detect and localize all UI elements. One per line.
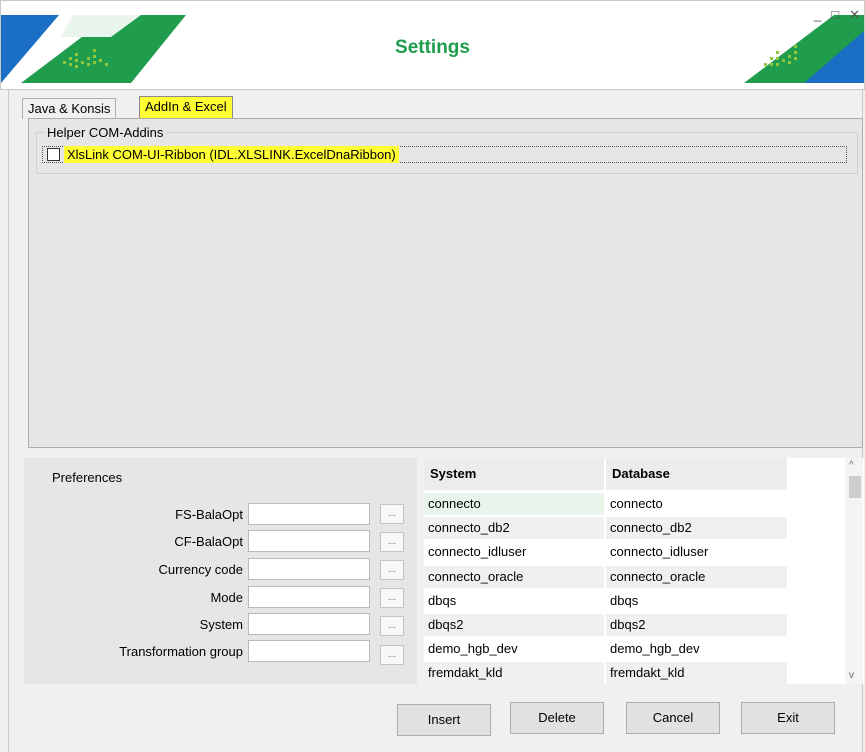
system-cell[interactable]: demo_hgb_dev: [424, 638, 604, 660]
cf-balaopt-browse-button[interactable]: ...: [380, 532, 404, 552]
addin-checkbox[interactable]: [47, 148, 60, 161]
currency-code-input[interactable]: [248, 558, 370, 580]
table-row[interactable]: connecto_idluser connecto_idluser: [424, 541, 787, 565]
system-label: System: [199, 617, 243, 632]
close-button[interactable]: ✕: [849, 7, 860, 23]
database-cell[interactable]: demo_hgb_dev: [606, 638, 787, 660]
window-controls: _ □ ✕: [814, 7, 860, 23]
database-cell[interactable]: fremdakt_kld: [606, 662, 787, 684]
mode-label: Mode: [210, 590, 243, 605]
addin-item-label[interactable]: XlsLink COM-UI-Ribbon (IDL.XLSLINK.Excel…: [64, 146, 399, 163]
fs-balaopt-browse-button[interactable]: ...: [380, 504, 404, 524]
system-cell[interactable]: connecto: [424, 493, 604, 515]
mode-input[interactable]: [248, 586, 370, 608]
minimize-button[interactable]: _: [814, 7, 821, 23]
table-row[interactable]: fremdakt_kld fremdakt_kld: [424, 662, 787, 686]
fs-balaopt-label: FS-BalaOpt: [175, 507, 243, 522]
system-browse-button[interactable]: ...: [380, 616, 404, 636]
system-cell[interactable]: dbqs: [424, 590, 604, 612]
helper-group-label: Helper COM-Addins: [44, 125, 167, 140]
transformation-group-browse-button[interactable]: ...: [380, 645, 404, 665]
cf-balaopt-input[interactable]: [248, 530, 370, 552]
preferences-title: Preferences: [52, 470, 123, 485]
system-cell[interactable]: dbqs2: [424, 614, 604, 636]
cf-balaopt-label: CF-BalaOpt: [174, 534, 243, 549]
mode-browse-button[interactable]: ...: [380, 588, 404, 608]
scroll-up-arrow-icon[interactable]: ^: [849, 460, 854, 471]
table-row[interactable]: connecto_db2 connecto_db2: [424, 517, 787, 541]
database-cell[interactable]: connecto_oracle: [606, 566, 787, 588]
column-header-database[interactable]: Database: [606, 458, 787, 490]
table-row[interactable]: connecto connecto: [424, 493, 787, 517]
currency-code-label: Currency code: [158, 562, 243, 577]
fs-balaopt-input[interactable]: [248, 503, 370, 525]
header-banner: Settings _ □ ✕: [0, 0, 865, 90]
table-row[interactable]: dbqs2 dbqs2: [424, 614, 787, 638]
tab-addin-excel[interactable]: AddIn & Excel: [139, 96, 233, 119]
database-cell[interactable]: connecto: [606, 493, 787, 515]
database-cell[interactable]: connecto_idluser: [606, 541, 787, 563]
currency-code-browse-button[interactable]: ...: [380, 560, 404, 580]
system-cell[interactable]: connecto_idluser: [424, 541, 604, 563]
transformation-group-input[interactable]: [248, 640, 370, 662]
scroll-down-arrow-icon[interactable]: v: [849, 670, 854, 681]
delete-button[interactable]: Delete: [510, 702, 604, 734]
column-header-system[interactable]: System: [424, 458, 604, 490]
maximize-button[interactable]: □: [831, 7, 839, 23]
transformation-group-label: Transformation group: [119, 644, 243, 659]
system-cell[interactable]: fremdakt_kld: [424, 662, 604, 684]
scrollbar-thumb[interactable]: [849, 476, 861, 498]
cancel-button[interactable]: Cancel: [626, 702, 720, 734]
insert-button[interactable]: Insert: [397, 704, 491, 736]
database-cell[interactable]: connecto_db2: [606, 517, 787, 539]
tab-java-konsis[interactable]: Java & Konsis: [22, 98, 117, 119]
table-row[interactable]: connecto_oracle connecto_oracle: [424, 566, 787, 590]
system-cell[interactable]: connecto_db2: [424, 517, 604, 539]
database-cell[interactable]: dbqs: [606, 590, 787, 612]
system-cell[interactable]: connecto_oracle: [424, 566, 604, 588]
exit-button[interactable]: Exit: [741, 702, 835, 734]
database-cell[interactable]: dbqs2: [606, 614, 787, 636]
system-input[interactable]: [248, 613, 370, 635]
table-row[interactable]: demo_hgb_dev demo_hgb_dev: [424, 638, 787, 662]
table-row[interactable]: dbqs dbqs: [424, 590, 787, 614]
